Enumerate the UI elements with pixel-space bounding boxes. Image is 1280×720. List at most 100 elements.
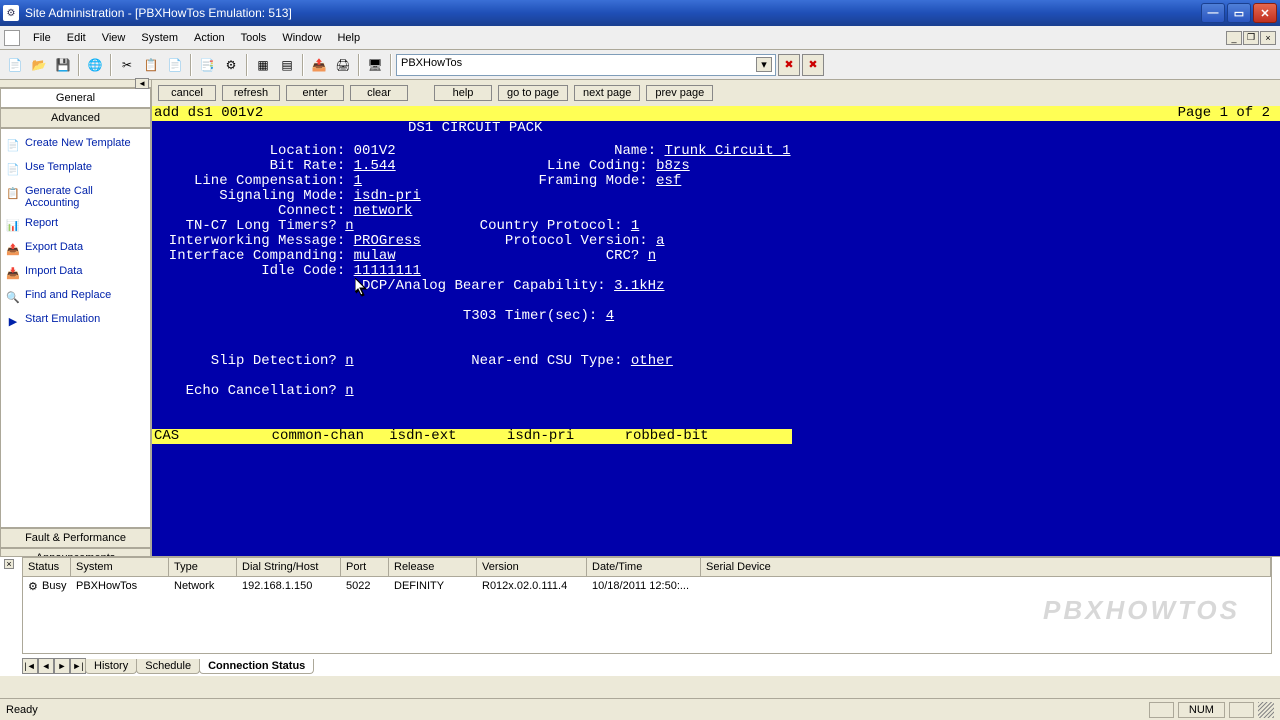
- col-version[interactable]: Version: [477, 558, 587, 576]
- opt-isdn-pri[interactable]: isdn-pri: [507, 429, 574, 444]
- tb-export-icon[interactable]: 📤: [308, 54, 330, 76]
- field-interworking[interactable]: PROGress: [354, 234, 421, 249]
- btn-cancel[interactable]: cancel: [158, 85, 216, 101]
- resize-grip-icon[interactable]: [1258, 702, 1274, 718]
- sidebar-collapse-icon[interactable]: [0, 80, 151, 88]
- tb-grid1-icon[interactable]: ▦: [252, 54, 274, 76]
- btn-clear[interactable]: clear: [350, 85, 408, 101]
- field-bearer[interactable]: 3.1kHz: [614, 279, 664, 294]
- field-signaling-mode[interactable]: isdn-pri: [354, 189, 421, 204]
- tb-props-icon[interactable]: 📑: [196, 54, 218, 76]
- tb-new-icon[interactable]: 📄: [4, 54, 26, 76]
- terminal-screen[interactable]: add ds1 001v2Page 1 of 2 DS1 CIRCUIT PAC…: [152, 106, 1280, 590]
- col-serial[interactable]: Serial Device: [701, 558, 1271, 576]
- btn-next-page[interactable]: next page: [574, 85, 640, 101]
- mdi-close[interactable]: ×: [1260, 31, 1276, 45]
- grid-nav-next[interactable]: ►: [54, 658, 70, 674]
- busy-icon: ⚙: [28, 580, 40, 592]
- field-slip[interactable]: n: [345, 354, 353, 369]
- tb-print-icon[interactable]: 🖨: [332, 54, 354, 76]
- btn-refresh[interactable]: refresh: [222, 85, 280, 101]
- btn-go-to-page[interactable]: go to page: [498, 85, 568, 101]
- status-ready: Ready: [6, 704, 38, 716]
- field-t303[interactable]: 4: [606, 309, 614, 324]
- tb-stop-icon[interactable]: 🌐: [84, 54, 106, 76]
- tb-screen-icon[interactable]: 🖥: [364, 54, 386, 76]
- mdi-restore[interactable]: ❐: [1243, 31, 1259, 45]
- col-date[interactable]: Date/Time: [587, 558, 701, 576]
- task-find-and-replace[interactable]: 🔍Find and Replace: [3, 285, 148, 309]
- btn-enter[interactable]: enter: [286, 85, 344, 101]
- cell-date: 10/18/2011 12:50:...: [587, 577, 701, 595]
- grid-nav-prev[interactable]: ◄: [38, 658, 54, 674]
- cell-version: R012x.02.0.111.4: [477, 577, 587, 595]
- tb-paste-icon[interactable]: 📄: [164, 54, 186, 76]
- menu-tools[interactable]: Tools: [234, 29, 274, 47]
- grid-tab-history[interactable]: History: [85, 659, 137, 674]
- task-use-template[interactable]: 📄Use Template: [3, 157, 148, 181]
- sidebar-tab-fault[interactable]: Fault & Performance: [0, 528, 151, 548]
- menu-action[interactable]: Action: [187, 29, 232, 47]
- field-line-compensation[interactable]: 1: [354, 174, 362, 189]
- field-connect[interactable]: network: [354, 204, 413, 219]
- menu-view[interactable]: View: [95, 29, 133, 47]
- tb-save-icon[interactable]: 💾: [52, 54, 74, 76]
- opt-cas[interactable]: CAS: [154, 429, 179, 444]
- task-import-data[interactable]: 📥Import Data: [3, 261, 148, 285]
- menu-edit[interactable]: Edit: [60, 29, 93, 47]
- tb-copy-icon[interactable]: 📋: [140, 54, 162, 76]
- menu-window[interactable]: Window: [275, 29, 328, 47]
- grid-row[interactable]: ⚙Busy PBXHowTos Network 192.168.1.150 50…: [23, 577, 1271, 595]
- field-tnc7[interactable]: n: [345, 219, 353, 234]
- col-release[interactable]: Release: [389, 558, 477, 576]
- field-line-coding[interactable]: b8zs: [656, 159, 690, 174]
- opt-robbed-bit[interactable]: robbed-bit: [625, 429, 709, 444]
- field-companding[interactable]: mulaw: [354, 249, 396, 264]
- field-framing-mode[interactable]: esf: [656, 174, 681, 189]
- task-report[interactable]: 📊Report: [3, 213, 148, 237]
- tb-setup-icon[interactable]: ⚙: [220, 54, 242, 76]
- sidebar-tab-general[interactable]: General: [0, 88, 151, 108]
- field-protocol-version[interactable]: a: [656, 234, 664, 249]
- field-country-protocol[interactable]: 1: [631, 219, 639, 234]
- tb-open-icon[interactable]: 📂: [28, 54, 50, 76]
- field-crc[interactable]: n: [648, 249, 656, 264]
- grid-nav-last[interactable]: ►|: [70, 658, 86, 674]
- col-port[interactable]: Port: [341, 558, 389, 576]
- task-create-new-template[interactable]: 📄Create New Template: [3, 133, 148, 157]
- col-dial[interactable]: Dial String/Host: [237, 558, 341, 576]
- col-type[interactable]: Type: [169, 558, 237, 576]
- field-idle-code[interactable]: 11111111: [354, 264, 421, 279]
- btn-help[interactable]: help: [434, 85, 492, 101]
- task-generate-call-accounting[interactable]: 📋Generate Call Accounting: [3, 181, 148, 213]
- minimize-button[interactable]: —: [1201, 3, 1225, 23]
- grid-tab-connection-status[interactable]: Connection Status: [199, 659, 314, 674]
- field-csu-type[interactable]: other: [631, 354, 673, 369]
- col-status[interactable]: Status: [23, 558, 71, 576]
- tb-grid2-icon[interactable]: ▤: [276, 54, 298, 76]
- opt-isdn-ext[interactable]: isdn-ext: [389, 429, 456, 444]
- col-system[interactable]: System: [71, 558, 169, 576]
- grid-tab-schedule[interactable]: Schedule: [136, 659, 200, 674]
- menu-system[interactable]: System: [134, 29, 185, 47]
- sidebar-tab-advanced[interactable]: Advanced: [0, 108, 151, 128]
- system-combo[interactable]: PBXHowTos: [396, 54, 776, 76]
- field-echo[interactable]: n: [345, 384, 353, 399]
- close-button[interactable]: ✕: [1253, 3, 1277, 23]
- menu-file[interactable]: File: [26, 29, 58, 47]
- task-start-emulation[interactable]: ▶Start Emulation: [3, 309, 148, 333]
- btn-prev-page[interactable]: prev page: [646, 85, 713, 101]
- grid-close-icon[interactable]: ×: [4, 559, 14, 569]
- maximize-button[interactable]: ▭: [1227, 3, 1251, 23]
- mdi-minimize[interactable]: _: [1226, 31, 1242, 45]
- tb-disconnect-icon[interactable]: ✖: [778, 54, 800, 76]
- field-bit-rate[interactable]: 1.544: [354, 159, 396, 174]
- tb-disconnect-all-icon[interactable]: ✖: [802, 54, 824, 76]
- task-label: Report: [25, 217, 58, 229]
- menu-help[interactable]: Help: [330, 29, 367, 47]
- task-export-data[interactable]: 📤Export Data: [3, 237, 148, 261]
- tb-cut-icon[interactable]: ✂: [116, 54, 138, 76]
- opt-common-chan[interactable]: common-chan: [272, 429, 364, 444]
- field-name[interactable]: Trunk Circuit 1: [665, 144, 791, 159]
- grid-nav-first[interactable]: |◄: [22, 658, 38, 674]
